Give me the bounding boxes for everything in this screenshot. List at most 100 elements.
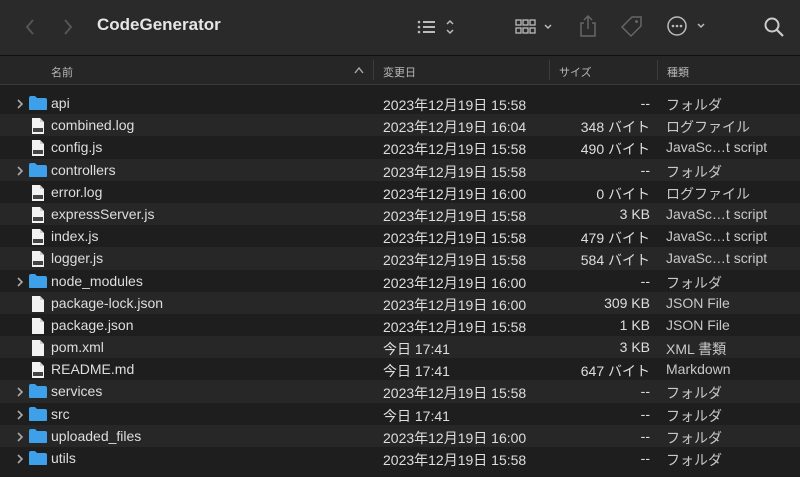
file-row[interactable]: node_modules 2023年12月19日 16:00 -- フォルダ — [0, 270, 800, 292]
file-size: 647 バイト — [580, 363, 650, 380]
list-view-icon — [417, 19, 454, 35]
log-file-icon — [28, 117, 48, 135]
grid-view-button[interactable] — [514, 16, 556, 38]
file-row[interactable]: api 2023年12月19日 15:58 -- フォルダ — [0, 92, 800, 114]
search-icon — [764, 17, 784, 37]
file-kind: JSON File — [666, 316, 730, 333]
file-name: package.json — [51, 316, 134, 333]
file-kind: フォルダ — [666, 452, 722, 468]
column-header-name[interactable]: 名前 — [51, 64, 73, 80]
file-date: 2023年12月19日 15:58 — [383, 207, 527, 224]
column-header-kind[interactable]: 種類 — [667, 64, 689, 80]
file-row[interactable]: utils 2023年12月19日 15:58 -- フォルダ — [0, 447, 800, 469]
column-header-date[interactable]: 変更日 — [383, 64, 416, 80]
file-name: api — [51, 95, 70, 111]
file-name: README.md — [51, 361, 135, 378]
file-kind: ログファイル — [666, 185, 750, 202]
file-date: 2023年12月19日 16:00 — [383, 296, 527, 313]
file-name: config.js — [51, 139, 103, 156]
disclosure-chevron-icon[interactable] — [14, 452, 26, 464]
file-row[interactable]: uploaded_files 2023年12月19日 16:00 -- フォルダ — [0, 424, 800, 447]
file-kind: フォルダ — [666, 163, 722, 180]
column-header-bar: 名前 変更日 サイズ 種類 — [0, 56, 800, 85]
markdown-file-icon — [28, 361, 48, 379]
file-kind: JavaSc…t script — [666, 205, 768, 222]
share-button[interactable] — [576, 13, 600, 39]
file-kind: JSON File — [666, 294, 730, 311]
more-actions-button[interactable] — [666, 15, 708, 37]
javascript-file-icon — [28, 206, 48, 223]
folder-icon — [28, 428, 48, 444]
disclosure-chevron-icon[interactable] — [14, 97, 26, 109]
file-name: pom.xml — [51, 339, 104, 356]
file-kind: Markdown — [666, 361, 731, 378]
search-button[interactable] — [762, 15, 786, 39]
javascript-file-icon — [28, 250, 48, 268]
file-name: uploaded_files — [51, 427, 142, 444]
file-row[interactable]: combined.log 2023年12月19日 16:04 348 バイト ログファ… — [0, 114, 800, 137]
disclosure-chevron-icon[interactable] — [14, 408, 26, 420]
javascript-file-icon — [28, 228, 48, 246]
tag-button[interactable] — [619, 14, 645, 38]
file-kind: フォルダ — [666, 97, 722, 113]
folder-icon — [28, 95, 48, 111]
chevron-left-icon — [25, 19, 34, 35]
file-date: 2023年12月19日 15:58 — [383, 452, 527, 468]
file-size: -- — [640, 383, 650, 400]
file-row[interactable]: error.log 2023年12月19日 16:00 0 バイト ログファイル — [0, 181, 800, 203]
file-row[interactable]: package-lock.json 2023年12月19日 16:00 309 KB… — [0, 291, 800, 314]
file-size: 1 KB — [619, 316, 650, 333]
file-date: 今日 17:41 — [383, 341, 450, 358]
file-row[interactable]: index.js 2023年12月19日 15:58 479 バイト JavaSc…t… — [0, 225, 800, 247]
file-name: index.js — [51, 228, 99, 245]
file-size: 479 バイト — [580, 230, 650, 247]
back-button[interactable] — [20, 16, 40, 38]
disclosure-chevron-icon[interactable] — [14, 275, 26, 287]
column-divider[interactable] — [373, 60, 374, 80]
file-date: 2023年12月19日 15:58 — [383, 252, 527, 269]
file-name: combined.log — [51, 117, 135, 134]
file-row[interactable]: logger.js 2023年12月19日 15:58 584 バイト JavaSc…… — [0, 247, 800, 270]
chevron-right-icon — [64, 19, 73, 35]
toolbar: CodeGenerator — [0, 0, 800, 56]
ellipsis-circle-icon — [667, 16, 705, 36]
file-kind: JavaSc…t script — [666, 139, 768, 156]
file-name: src — [51, 405, 70, 422]
column-header-size[interactable]: サイズ — [559, 64, 592, 80]
disclosure-chevron-icon[interactable] — [14, 385, 26, 398]
log-file-icon — [28, 184, 48, 201]
file-row[interactable]: controllers 2023年12月19日 15:58 -- フォルダ — [0, 158, 800, 181]
file-kind: フォルダ — [666, 407, 722, 424]
file-date: 2023年12月19日 16:04 — [383, 119, 527, 136]
file-date: 2023年12月19日 16:00 — [383, 429, 527, 446]
disclosure-chevron-icon[interactable] — [14, 164, 26, 176]
file-kind: JavaSc…t script — [666, 228, 768, 245]
forward-button[interactable] — [58, 16, 78, 38]
file-row[interactable]: expressServer.js 2023年12月19日 15:58 3 KB Jav… — [0, 202, 800, 226]
file-size: 309 KB — [604, 294, 650, 311]
file-size: 584 バイト — [580, 252, 650, 269]
file-row[interactable]: package.json 2023年12月19日 15:58 1 KB JSON Fi… — [0, 314, 800, 336]
file-row[interactable]: config.js 2023年12月19日 15:58 490 バイト JavaSc…… — [0, 136, 800, 158]
column-divider[interactable] — [549, 60, 550, 80]
file-row[interactable]: services 2023年12月19日 15:58 -- フォルダ — [0, 380, 800, 403]
file-row[interactable]: pom.xml 今日 17:41 3 KB XML 書類 — [0, 336, 800, 359]
sort-ascending-icon — [354, 66, 364, 74]
folder-icon — [28, 162, 48, 178]
file-row[interactable]: README.md 今日 17:41 647 バイト Markdown — [0, 358, 800, 380]
file-name: error.log — [51, 183, 103, 200]
javascript-file-icon — [28, 139, 48, 157]
file-row[interactable]: src 今日 17:41 -- フォルダ — [0, 403, 800, 425]
file-kind: フォルダ — [666, 429, 722, 446]
disclosure-chevron-icon[interactable] — [14, 430, 26, 442]
file-name: utils — [51, 450, 76, 466]
file-name: package-lock.json — [51, 294, 164, 311]
file-size: -- — [640, 272, 650, 289]
folder-icon — [28, 273, 48, 289]
file-name: expressServer.js — [51, 205, 155, 222]
column-divider[interactable] — [657, 60, 658, 80]
file-size: -- — [640, 161, 650, 178]
file-date: 2023年12月19日 16:00 — [383, 185, 527, 202]
file-size: -- — [640, 405, 650, 422]
list-view-button[interactable] — [414, 16, 458, 38]
